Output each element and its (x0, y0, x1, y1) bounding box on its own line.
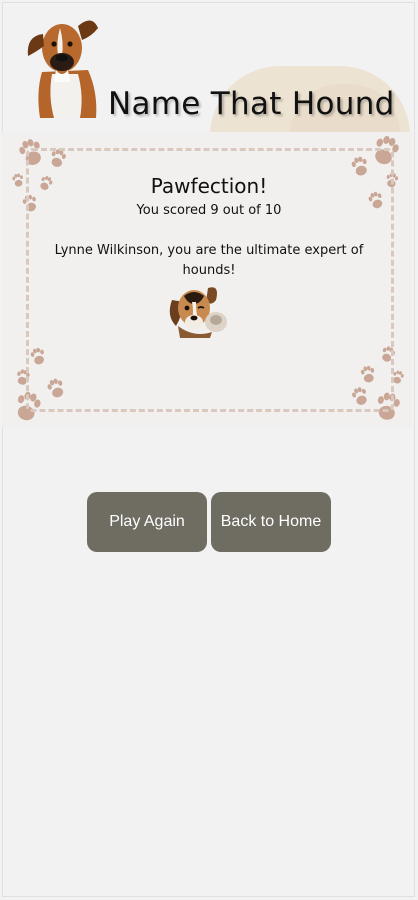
back-to-home-button[interactable]: Back to Home (211, 492, 331, 552)
result-message: Lynne Wilkinson, you are the ultimate ex… (54, 243, 364, 278)
play-again-button[interactable]: Play Again (87, 492, 207, 552)
winking-puppy-image (169, 287, 227, 338)
result-heading: Pawfection! (150, 174, 268, 198)
score-text: You scored 9 out of 10 (136, 203, 282, 218)
